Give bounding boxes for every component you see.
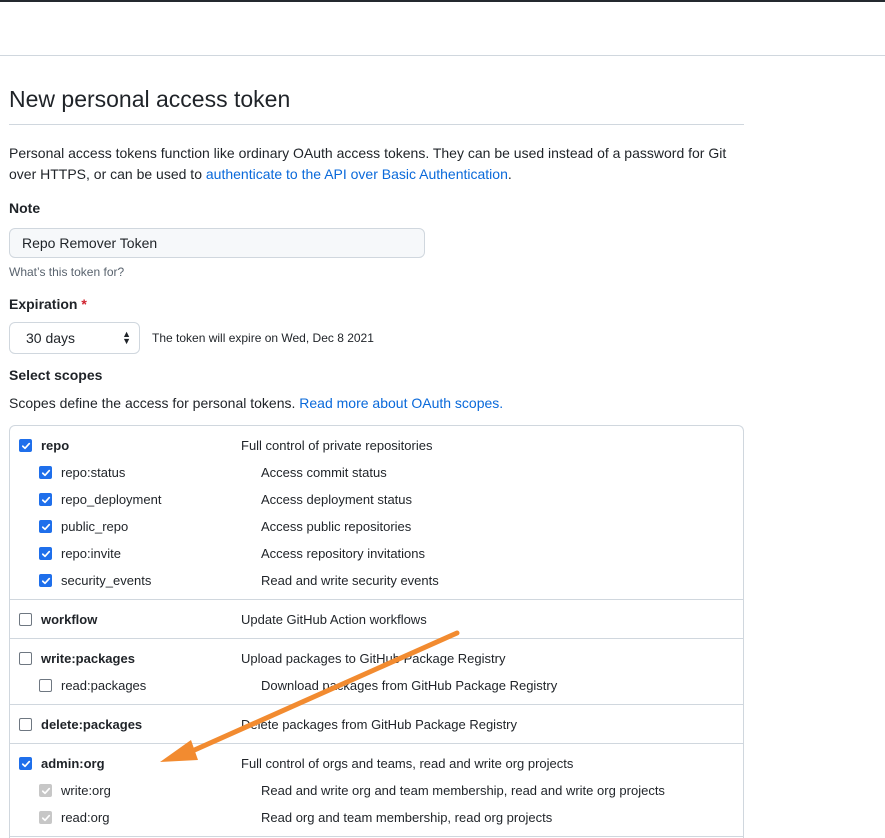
scope-description: Download packages from GitHub Package Re… xyxy=(261,678,558,693)
basic-auth-link[interactable]: authenticate to the API over Basic Authe… xyxy=(206,166,508,182)
expiration-label: Expiration * xyxy=(9,296,744,316)
page-title: New personal access token xyxy=(9,84,744,125)
scope-description: Full control of private repositories xyxy=(241,438,433,453)
scope-name-cell: repo:invite xyxy=(10,546,261,561)
scope-description: Read and write security events xyxy=(261,573,439,588)
scope-group: delete:packages Delete packages from GitH… xyxy=(10,705,743,744)
scope-description: Full control of orgs and teams, read and… xyxy=(241,756,574,771)
scope-checkbox[interactable] xyxy=(39,493,52,506)
scope-name: admin:org xyxy=(41,756,105,771)
scope-checkbox[interactable] xyxy=(19,439,32,452)
scope-name-cell: repo_deployment xyxy=(10,492,261,507)
scope-name-cell: security_events xyxy=(10,573,261,588)
scope-checkbox xyxy=(39,784,52,797)
scope-sub-row: read:org Read org and team membership, re… xyxy=(10,804,743,831)
select-arrows-icon: ▲ ▼ xyxy=(122,329,131,346)
scope-row: workflow Update GitHub Action workflows xyxy=(10,606,743,633)
scopes-description: Scopes define the access for personal to… xyxy=(9,395,744,415)
scope-sub-row: security_events Read and write security e… xyxy=(10,567,743,594)
scope-name: public_repo xyxy=(61,519,129,534)
scope-sub-row: repo:status Access commit status xyxy=(10,459,743,486)
scope-checkbox[interactable] xyxy=(19,718,32,731)
scope-description: Upload packages to GitHub Package Regist… xyxy=(241,651,506,666)
expiration-label-text: Expiration xyxy=(9,296,78,312)
scope-row: write:packages Upload packages to GitHub … xyxy=(10,645,743,672)
scope-name-cell: public_repo xyxy=(10,519,261,534)
scope-name: write:org xyxy=(61,783,111,798)
scope-description: Read and write org and team membership, … xyxy=(261,783,665,798)
scope-description: Delete packages from GitHub Package Regi… xyxy=(241,717,518,732)
scope-checkbox[interactable] xyxy=(19,652,32,665)
scope-sub-row: read:packages Download packages from GitH… xyxy=(10,672,743,699)
scope-description: Access commit status xyxy=(261,465,387,480)
scope-name-cell: repo xyxy=(10,438,241,453)
scope-checkbox[interactable] xyxy=(39,574,52,587)
scope-group: admin:org Full control of orgs and teams,… xyxy=(10,744,743,837)
scope-checkbox[interactable] xyxy=(39,547,52,560)
scope-row: admin:org Full control of orgs and teams,… xyxy=(10,750,743,777)
note-input[interactable] xyxy=(9,228,425,258)
note-label: Note xyxy=(9,200,41,216)
scope-name: read:org xyxy=(61,810,110,825)
note-hint: What’s this token for? xyxy=(9,265,125,279)
scope-row: delete:packages Delete packages from GitH… xyxy=(10,711,743,738)
scope-name-cell: workflow xyxy=(10,612,241,627)
scope-name-cell: delete:packages xyxy=(10,717,241,732)
oauth-scopes-link[interactable]: Read more about OAuth scopes. xyxy=(299,395,503,411)
scope-checkbox[interactable] xyxy=(19,757,32,770)
scope-sub-row: repo_deployment Access deployment status xyxy=(10,486,743,513)
scope-name-cell: admin:org xyxy=(10,756,241,771)
required-mark: * xyxy=(81,296,87,312)
intro-text: Personal access tokens function like ord… xyxy=(9,143,744,185)
expiration-selected-value: 30 days xyxy=(26,330,76,346)
scope-name: repo:status xyxy=(61,465,126,480)
scope-checkbox[interactable] xyxy=(39,466,52,479)
scope-name-cell: repo:status xyxy=(10,465,261,480)
scope-name-cell: read:packages xyxy=(10,678,261,693)
scope-sub-row: write:org Read and write org and team mem… xyxy=(10,777,743,804)
page: New personal access token Personal acces… xyxy=(0,0,885,838)
header-divider xyxy=(0,55,885,56)
expiration-row: 30 days ▲ ▼ The token will expire on Wed,… xyxy=(9,322,744,354)
scope-name: delete:packages xyxy=(41,717,143,732)
scope-sub-row: repo:invite Access repository invitations xyxy=(10,540,743,567)
scope-description: Access deployment status xyxy=(261,492,413,507)
scope-checkbox xyxy=(39,811,52,824)
scope-name-cell: write:packages xyxy=(10,651,241,666)
token-form: New personal access token Personal acces… xyxy=(9,84,744,838)
scope-name: write:packages xyxy=(41,651,135,666)
scopes-desc-text: Scopes define the access for personal to… xyxy=(9,395,300,411)
scopes-title: Select scopes xyxy=(9,367,103,383)
expiration-select[interactable]: 30 days ▲ ▼ xyxy=(9,322,140,354)
scope-checkbox[interactable] xyxy=(19,613,32,626)
scope-group: repo Full control of private repositories… xyxy=(10,426,743,600)
scope-row: repo Full control of private repositories xyxy=(10,432,743,459)
intro-end: . xyxy=(507,166,512,182)
scope-name: security_events xyxy=(61,573,152,588)
scope-name: repo xyxy=(41,438,70,453)
scope-description: Access repository invitations xyxy=(261,546,426,561)
scope-sub-row: public_repo Access public repositories xyxy=(10,513,743,540)
scope-description: Update GitHub Action workflows xyxy=(241,612,427,627)
scope-checkbox[interactable] xyxy=(39,679,52,692)
scope-name-cell: read:org xyxy=(10,810,261,825)
top-border xyxy=(0,0,885,2)
scope-description: Access public repositories xyxy=(261,519,412,534)
scope-checkbox[interactable] xyxy=(39,520,52,533)
scope-group: write:packages Upload packages to GitHub … xyxy=(10,639,743,705)
scope-group: workflow Update GitHub Action workflows xyxy=(10,600,743,639)
scope-name: repo:invite xyxy=(61,546,121,561)
scope-name: read:packages xyxy=(61,678,147,693)
scope-name: repo_deployment xyxy=(61,492,162,507)
scope-description: Read org and team membership, read org p… xyxy=(261,810,553,825)
scopes-list: repo Full control of private repositories… xyxy=(9,425,744,838)
expiration-note: The token will expire on Wed, Dec 8 2021 xyxy=(152,331,374,345)
scope-name: workflow xyxy=(41,612,98,627)
scope-name-cell: write:org xyxy=(10,783,261,798)
